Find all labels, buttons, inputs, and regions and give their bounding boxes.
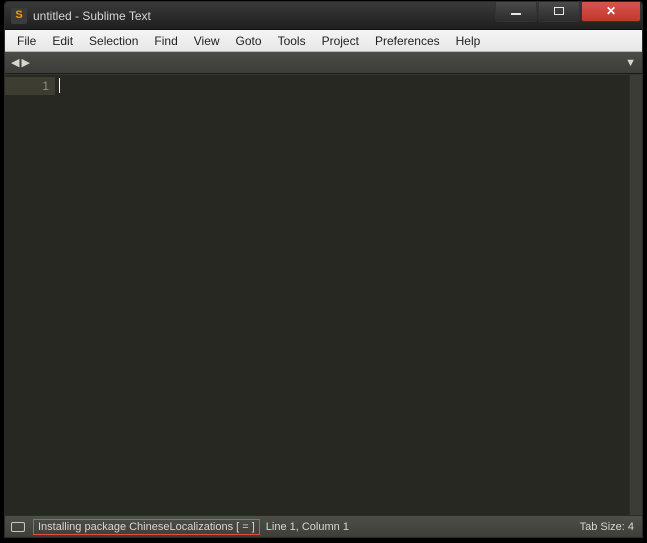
gutter: 1 (5, 75, 55, 515)
status-tab-size[interactable]: Tab Size: 4 (580, 521, 634, 533)
text-cursor (59, 78, 60, 93)
minimize-icon (511, 13, 521, 15)
menu-edit[interactable]: Edit (44, 32, 81, 50)
menubar: File Edit Selection Find View Goto Tools… (5, 30, 642, 52)
tab-prev-arrow-icon[interactable]: ◀ (11, 56, 19, 69)
menu-find[interactable]: Find (146, 32, 185, 50)
maximize-button[interactable] (538, 2, 580, 22)
statusbar: Installing package ChineseLocalizations … (5, 515, 642, 537)
titlebar[interactable]: S untitled - Sublime Text ✕ (5, 2, 642, 30)
close-icon: ✕ (606, 5, 616, 17)
editor: 1 (5, 74, 642, 515)
menu-help[interactable]: Help (448, 32, 489, 50)
tab-dropdown-icon[interactable]: ▼ (625, 57, 636, 69)
app-icon: S (11, 8, 27, 24)
window-title: untitled - Sublime Text (33, 9, 494, 23)
menu-goto[interactable]: Goto (228, 32, 270, 50)
menu-preferences[interactable]: Preferences (367, 32, 448, 50)
tab-next-arrow-icon[interactable]: ▶ (21, 56, 29, 69)
minimize-button[interactable] (495, 2, 537, 22)
window-controls: ✕ (494, 2, 641, 22)
panel-toggle-icon[interactable] (11, 522, 25, 532)
vertical-scrollbar[interactable] (629, 75, 642, 515)
window: S untitled - Sublime Text ✕ File Edit Se… (4, 1, 643, 538)
code-area[interactable] (55, 75, 629, 515)
menu-file[interactable]: File (9, 32, 44, 50)
close-button[interactable]: ✕ (581, 2, 641, 22)
tabstrip: ◀ ▶ ▼ (5, 52, 642, 74)
maximize-icon (554, 7, 564, 15)
status-message: Installing package ChineseLocalizations … (33, 519, 260, 535)
line-number: 1 (5, 77, 55, 95)
menu-tools[interactable]: Tools (270, 32, 314, 50)
menu-view[interactable]: View (186, 32, 228, 50)
status-position[interactable]: Line 1, Column 1 (266, 521, 349, 533)
menu-project[interactable]: Project (314, 32, 367, 50)
menu-selection[interactable]: Selection (81, 32, 146, 50)
